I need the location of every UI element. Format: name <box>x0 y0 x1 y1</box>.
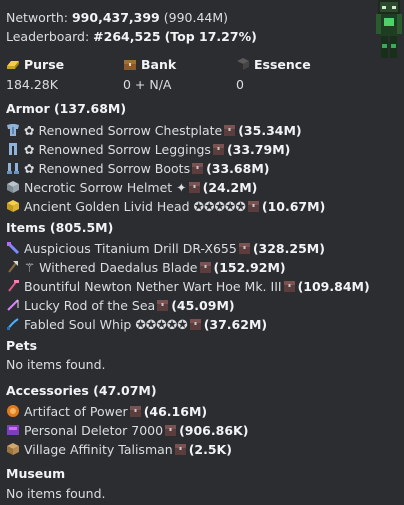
leaderboard-line: Leaderboard: #264,525 (Top 17.27%) <box>6 29 257 44</box>
chest-icon <box>238 243 250 254</box>
item-value: (45.09M) <box>171 298 235 313</box>
items-heading: Items (805.5M) <box>6 220 114 235</box>
fishing-rod-icon <box>7 299 19 311</box>
networth-embed: Networth: 990,437,399 (990.44M) Leaderbo… <box>0 0 404 505</box>
bank-value: 0 + N/A <box>123 76 172 92</box>
armor-item: ✿ Renowned Sorrow Chestplate (35.34M) <box>6 123 302 138</box>
networth-line: Networth: 990,437,399 (990.44M) <box>6 10 229 25</box>
accessory-row: Personal Deletor 7000 (906.86K) <box>6 423 248 438</box>
boots-icon <box>7 163 19 174</box>
essence-stat: Essence 0 <box>236 57 311 91</box>
item-row: ⚚ Withered Daedalus Blade (152.92M) <box>6 260 286 275</box>
item-name: ⚚ Withered Daedalus Blade <box>24 260 198 275</box>
chestplate-icon <box>7 124 19 136</box>
leggings-icon <box>9 143 17 155</box>
chest-icon <box>174 444 186 455</box>
armor-item-value: (33.79M) <box>226 142 291 157</box>
item-row: Auspicious Titanium Drill DR-X655 (328.25… <box>6 241 325 256</box>
whip-icon <box>7 318 19 330</box>
item-row: Bountiful Newton Nether Wart Hoe Mk. III… <box>6 279 370 294</box>
item-name: Auspicious Titanium Drill DR-X655 <box>24 241 237 256</box>
hoe-icon <box>8 280 19 292</box>
essence-value: 0 <box>236 76 244 92</box>
networth-label: Networth: <box>6 10 68 25</box>
chest-icon <box>283 281 295 292</box>
chest-icon <box>192 163 204 174</box>
armor-item-name: Renowned Sorrow Chestplate <box>38 123 223 138</box>
helmet-icon <box>7 181 19 193</box>
item-value: (328.25M) <box>252 241 325 256</box>
accessory-value: (2.5K) <box>188 442 232 457</box>
chest-icon <box>157 300 169 311</box>
player-skin-thumbnail[interactable] <box>374 0 404 60</box>
accessory-name: Personal Deletor 7000 <box>24 423 164 438</box>
museum-heading: Museum <box>6 466 66 481</box>
item-value: (37.62M) <box>203 317 268 332</box>
armor-item-name: Necrotic Sorrow Helmet ✦ <box>24 180 187 195</box>
accessory-name: Artifact of Power <box>24 404 128 419</box>
armor-item-name: Renowned Sorrow Leggings <box>38 142 211 157</box>
purse-stat: Purse 184.28K <box>6 57 64 91</box>
armor-item: Necrotic Sorrow Helmet ✦ (24.2M) <box>6 180 257 195</box>
chest-icon <box>188 182 200 193</box>
chest-icon <box>129 406 141 417</box>
armor-heading: Armor (137.68M) <box>6 101 127 116</box>
armor-item: ✿ Renowned Sorrow Leggings (33.79M) <box>6 142 290 157</box>
item-row: Fabled Soul Whip ✪✪✪✪✪ (37.62M) <box>6 317 267 332</box>
pets-heading: Pets <box>6 338 38 353</box>
accessory-value: (906.86K) <box>179 423 249 438</box>
armor-item-value: (35.34M) <box>238 123 302 138</box>
networth-value: 990,437,399 <box>71 10 160 25</box>
axe-icon <box>8 261 18 273</box>
accessory-row: Artifact of Power (46.16M) <box>6 404 207 419</box>
item-value: (152.92M) <box>213 260 286 275</box>
museum-empty-text: No items found. <box>6 486 106 501</box>
essence-label: Essence <box>254 57 311 72</box>
armor-item: ✿ Renowned Sorrow Boots (33.68M) <box>6 161 269 176</box>
item-name: Lucky Rod of the Sea <box>24 298 156 313</box>
pets-empty-text: No items found. <box>6 357 106 372</box>
leaderboard-top: (Top 17.27%) <box>164 29 257 44</box>
leaderboard-rank: #264,525 <box>93 29 161 44</box>
talisman-icon <box>7 443 19 455</box>
chest-icon <box>212 144 224 155</box>
item-row: Lucky Rod of the Sea (45.09M) <box>6 298 235 313</box>
deletor-icon <box>7 425 19 435</box>
accessory-value: (46.16M) <box>143 404 208 419</box>
armor-item-name: Renowned Sorrow Boots <box>38 161 191 176</box>
chest-icon <box>165 425 177 436</box>
item-name: Fabled Soul Whip ✪✪✪✪✪ <box>24 317 188 332</box>
golden-head-icon <box>7 200 19 212</box>
accessory-row: Village Affinity Talisman (2.5K) <box>6 442 232 457</box>
item-value: (109.84M) <box>297 279 370 294</box>
armor-item-value: (10.67M) <box>261 199 326 214</box>
bank-label: Bank <box>141 57 177 72</box>
drill-icon <box>6 241 20 255</box>
artifact-icon <box>7 405 19 417</box>
networth-short: (990.44M) <box>163 10 229 25</box>
purse-label: Purse <box>24 57 65 72</box>
item-name: Bountiful Newton Nether Wart Hoe Mk. III <box>24 279 282 294</box>
armor-item-value: (24.2M) <box>202 180 258 195</box>
leaderboard-label: Leaderboard: <box>6 29 90 44</box>
chest-icon <box>247 201 259 212</box>
bank-chest-icon <box>124 60 136 70</box>
gold-ingot-icon <box>7 61 19 69</box>
chest-icon <box>199 262 211 273</box>
purse-value: 184.28K <box>6 76 58 92</box>
accessories-heading: Accessories (47.07M) <box>6 383 157 398</box>
armor-item-name: Ancient Golden Livid Head ✪✪✪✪✪ <box>24 199 246 214</box>
armor-item: Ancient Golden Livid Head ✪✪✪✪✪ (10.67M) <box>6 199 325 214</box>
bank-stat: Bank 0 + N/A <box>123 57 176 91</box>
chest-icon <box>189 319 201 330</box>
chest-icon <box>224 125 236 136</box>
armor-item-value: (33.68M) <box>206 161 270 176</box>
accessory-name: Village Affinity Talisman <box>24 442 173 457</box>
essence-cube-icon <box>237 58 249 70</box>
